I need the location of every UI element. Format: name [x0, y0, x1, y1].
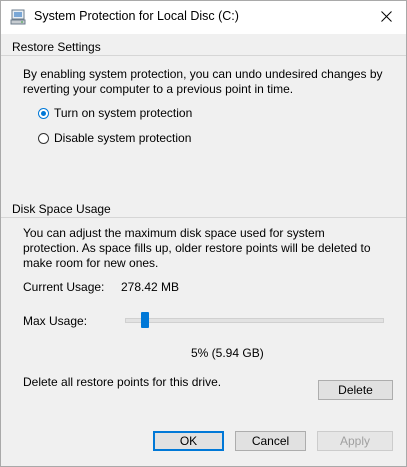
- system-protection-dialog: System Protection for Local Disc (C:) Re…: [0, 0, 407, 467]
- max-usage-slider-thumb[interactable]: [141, 312, 150, 328]
- max-usage-readout: 5% (5.94 GB): [191, 346, 264, 360]
- radio-indicator: [38, 132, 49, 144]
- disable-protection-label: Disable system protection: [54, 131, 192, 145]
- current-usage-value: 278.42 MB: [121, 280, 180, 294]
- dialog-body: Restore Settings By enabling system prot…: [1, 34, 406, 466]
- disk-space-description: You can adjust the maximum disk space us…: [23, 226, 371, 270]
- max-usage-slider-track[interactable]: [125, 318, 384, 323]
- ok-button[interactable]: OK: [153, 431, 224, 451]
- max-usage-label: Max Usage:: [23, 314, 88, 328]
- window-title: System Protection for Local Disc (C:): [34, 9, 239, 23]
- turn-on-protection-radio[interactable]: Turn on system protection: [38, 106, 192, 120]
- restore-settings-description: By enabling system protection, you can u…: [23, 67, 383, 96]
- disable-protection-radio[interactable]: Disable system protection: [38, 131, 191, 145]
- close-icon: [380, 10, 392, 22]
- delete-button[interactable]: Delete: [318, 380, 393, 400]
- delete-description: Delete all restore points for this drive…: [23, 375, 222, 389]
- turn-on-protection-label: Turn on system protection: [54, 106, 193, 120]
- cancel-button[interactable]: Cancel: [235, 431, 306, 451]
- restore-settings-divider: [1, 55, 406, 56]
- apply-button[interactable]: Apply: [317, 431, 393, 451]
- drive-protection-icon: [10, 9, 26, 25]
- close-button[interactable]: [366, 1, 406, 31]
- disk-space-heading: Disk Space Usage: [12, 202, 111, 216]
- current-usage-label: Current Usage:: [23, 280, 105, 294]
- restore-settings-heading: Restore Settings: [12, 40, 101, 54]
- title-bar: System Protection for Local Disc (C:): [1, 1, 406, 34]
- disk-space-divider: [1, 217, 406, 218]
- radio-indicator: [38, 107, 49, 119]
